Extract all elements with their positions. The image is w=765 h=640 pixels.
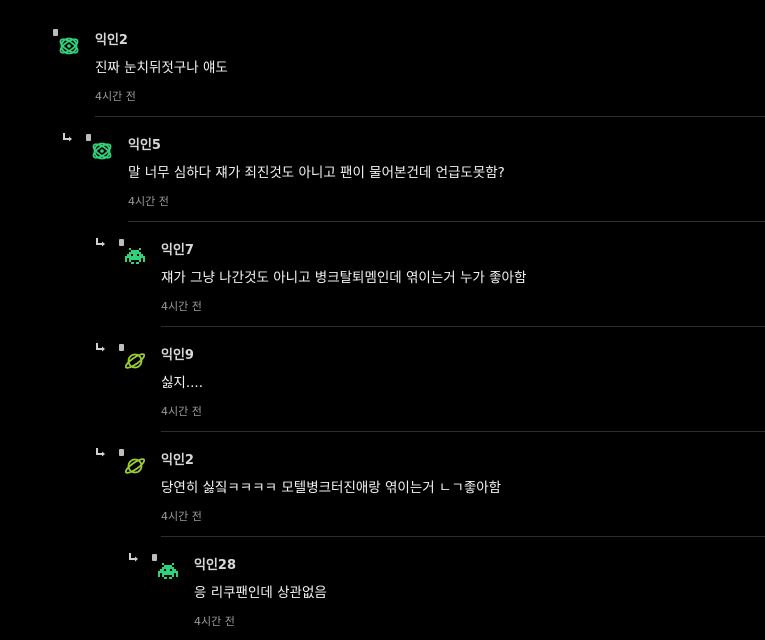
author-name[interactable]: 익인28	[194, 554, 236, 573]
reply-arrow-icon	[96, 238, 105, 247]
comment-divider	[95, 116, 765, 117]
comment-divider	[128, 221, 765, 222]
author-name[interactable]: 익인2	[95, 29, 128, 48]
space-invader-icon[interactable]	[123, 244, 147, 268]
reply-arrow-icon	[96, 343, 105, 352]
author-name[interactable]: 익인2	[161, 449, 194, 468]
comment-timestamp: 4시간 전	[128, 195, 169, 208]
comment-text: 쟤가 그냥 나간것도 아니고 병크탈퇴멤인데 엮이는거 누가 좋아함	[161, 270, 527, 286]
atom-icon[interactable]	[90, 139, 114, 163]
space-invader-icon[interactable]	[156, 559, 180, 583]
author-name[interactable]: 익인9	[161, 344, 194, 363]
comment-text: 말 너무 심하다 쟤가 죄진것도 아니고 팬이 물어본건데 언급도못함?	[128, 165, 505, 181]
atom-icon[interactable]	[57, 34, 81, 58]
author-name[interactable]: 익인7	[161, 239, 194, 258]
comment-text: 응 리쿠팬인데 상관없음	[194, 585, 327, 601]
planet-icon[interactable]	[123, 454, 147, 478]
comment-text: 당연히 싫짘ㅋㅋㅋㅋ 모텔병크터진애랑 엮이는거 ㄴㄱ좋아함	[161, 480, 502, 496]
planet-icon[interactable]	[123, 349, 147, 373]
comment-timestamp: 4시간 전	[194, 615, 235, 628]
comment-timestamp: 4시간 전	[161, 510, 202, 523]
reply-arrow-icon	[129, 553, 138, 562]
comment-divider	[161, 326, 765, 327]
comment-divider	[161, 431, 765, 432]
comment-timestamp: 4시간 전	[95, 90, 136, 103]
comment-text: 진짜 눈치뒤젓구나 얘도	[95, 60, 228, 76]
comment-timestamp: 4시간 전	[161, 405, 202, 418]
reply-arrow-icon	[96, 448, 105, 457]
reply-arrow-icon	[63, 133, 72, 142]
comment-thread: 익인2 진짜 눈치뒤젓구나 얘도 4시간 전 익인5 말 너무 심하다 쟤가 죄…	[0, 0, 765, 640]
comment-text: 싫지....	[161, 375, 204, 391]
author-name[interactable]: 익인5	[128, 134, 161, 153]
comment-timestamp: 4시간 전	[161, 300, 202, 313]
comment-divider	[161, 536, 765, 537]
